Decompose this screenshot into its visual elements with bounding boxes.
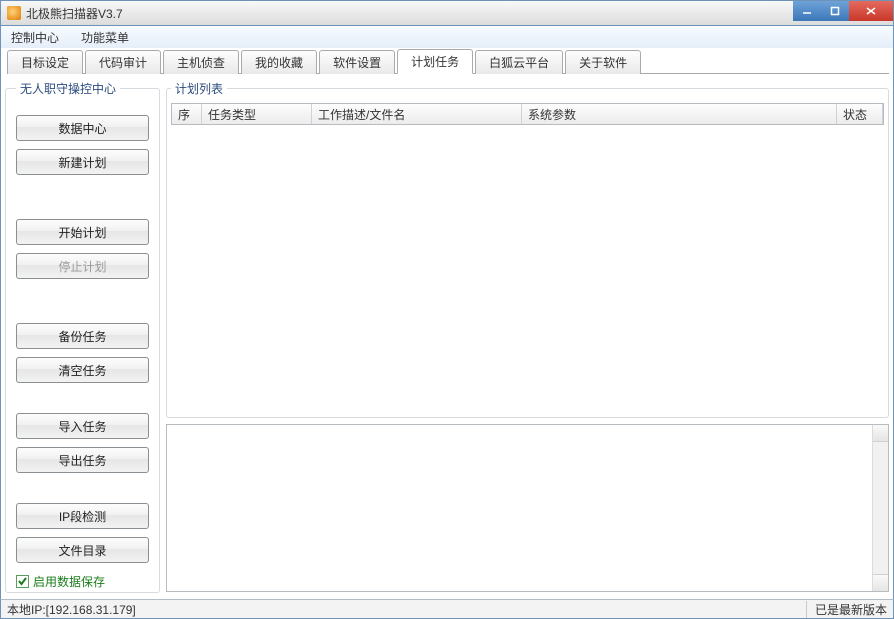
plan-list-panel: 计划列表 序 任务类型 工作描述/文件名 系统参数 状态 (166, 80, 889, 418)
col-status[interactable]: 状态 (837, 104, 883, 124)
check-icon (16, 575, 29, 588)
tab-host-recon[interactable]: 主机侦查 (163, 50, 239, 74)
data-center-button[interactable]: 数据中心 (16, 115, 149, 141)
tab-cloud[interactable]: 白狐云平台 (475, 50, 563, 74)
menu-functions[interactable]: 功能菜单 (75, 27, 135, 48)
tab-settings[interactable]: 软件设置 (319, 50, 395, 74)
tab-about[interactable]: 关于软件 (565, 50, 641, 74)
title-bar: 北极熊扫描器V3.7 (0, 0, 894, 26)
sidebar-panel: 无人职守操控中心 数据中心 新建计划 开始计划 停止计划 备份任务 清空任务 导… (5, 80, 160, 593)
enable-save-checkbox[interactable]: 启用数据保存 (16, 573, 149, 590)
status-bar: 本地IP:[192.168.31.179] 已是最新版本 (0, 599, 894, 619)
stop-plan-button[interactable]: 停止计划 (16, 253, 149, 279)
log-textarea[interactable] (166, 424, 889, 592)
grid-header: 序 任务类型 工作描述/文件名 系统参数 状态 (172, 104, 883, 124)
plan-list-legend: 计划列表 (171, 80, 227, 97)
new-plan-button[interactable]: 新建计划 (16, 149, 149, 175)
tab-favorites[interactable]: 我的收藏 (241, 50, 317, 74)
maximize-button[interactable] (821, 1, 849, 21)
col-desc[interactable]: 工作描述/文件名 (312, 104, 522, 124)
col-seq[interactable]: 序 (172, 104, 202, 124)
ip-range-button[interactable]: IP段检测 (16, 503, 149, 529)
backup-task-button[interactable]: 备份任务 (16, 323, 149, 349)
client-area: 目标设定 代码审计 主机侦查 我的收藏 软件设置 计划任务 白狐云平台 关于软件… (0, 48, 894, 599)
close-button[interactable] (849, 1, 893, 21)
menu-control-center[interactable]: 控制中心 (5, 27, 65, 48)
tab-strip: 目标设定 代码审计 主机侦查 我的收藏 软件设置 计划任务 白狐云平台 关于软件 (7, 52, 889, 74)
sidebar-legend: 无人职守操控中心 (16, 80, 120, 97)
window-controls (793, 1, 893, 21)
export-task-button[interactable]: 导出任务 (16, 447, 149, 473)
right-pane: 计划列表 序 任务类型 工作描述/文件名 系统参数 状态 (166, 80, 889, 593)
file-dir-button[interactable]: 文件目录 (16, 537, 149, 563)
clear-task-button[interactable]: 清空任务 (16, 357, 149, 383)
tab-content: 无人职守操控中心 数据中心 新建计划 开始计划 停止计划 备份任务 清空任务 导… (5, 74, 889, 593)
import-task-button[interactable]: 导入任务 (16, 413, 149, 439)
task-grid[interactable]: 序 任务类型 工作描述/文件名 系统参数 状态 (171, 103, 884, 125)
col-type[interactable]: 任务类型 (202, 104, 312, 124)
tab-target[interactable]: 目标设定 (7, 50, 83, 74)
menu-bar: 控制中心 功能菜单 (0, 26, 894, 48)
scrollbar[interactable] (872, 425, 888, 591)
start-plan-button[interactable]: 开始计划 (16, 219, 149, 245)
window-title: 北极熊扫描器V3.7 (26, 5, 123, 22)
status-local-ip: 本地IP:[192.168.31.179] (7, 601, 136, 618)
tab-code-audit[interactable]: 代码审计 (85, 50, 161, 74)
col-params[interactable]: 系统参数 (522, 104, 837, 124)
minimize-button[interactable] (793, 1, 821, 21)
enable-save-label: 启用数据保存 (33, 573, 105, 590)
status-version: 已是最新版本 (806, 601, 887, 618)
app-icon (7, 6, 21, 20)
tab-plan-tasks[interactable]: 计划任务 (397, 49, 473, 74)
